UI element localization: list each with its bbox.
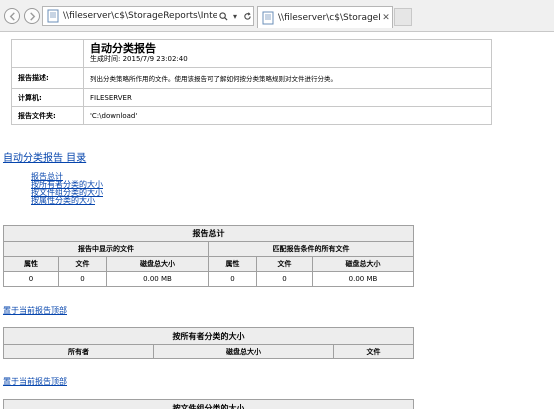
- toc-title-link[interactable]: 自动分类报告 目录: [3, 149, 86, 164]
- description-label: 报告描述:: [11, 67, 84, 89]
- new-tab-button[interactable]: [394, 8, 412, 26]
- refresh-icon[interactable]: [241, 10, 253, 22]
- table-cell: 0.00 MB: [106, 271, 209, 287]
- page-icon: [262, 11, 274, 24]
- forward-button[interactable]: [24, 8, 40, 24]
- back-to-top-link[interactable]: 置于当前报告顶部: [3, 305, 67, 316]
- back-to-top-link[interactable]: 置于当前报告顶部: [3, 376, 67, 387]
- by-owner-title: 按所有者分类的大小: [3, 327, 414, 345]
- toc-list: 报告总计 按所有者分类的大小 按文件组分类的大小 按属性分类的大小: [31, 173, 103, 205]
- arrow-right-icon: [29, 11, 35, 21]
- generated-time: 生成时间: 2015/7/9 23:02:40: [90, 55, 188, 63]
- summary-table: 报告总计 报告中显示的文件 匹配报告条件的所有文件 属性 文件 磁盘总大小 属性…: [3, 225, 414, 287]
- report-header-table: 自动分类报告 生成时间: 2015/7/9 23:02:40 报告描述: 列出分…: [11, 39, 492, 125]
- by-filegroup-table: 按文件组分类的大小: [3, 399, 414, 409]
- toc-item[interactable]: 按属性分类的大小: [31, 197, 103, 205]
- folder-value: 'C:\download': [83, 106, 492, 125]
- group-all-header: 匹配报告条件的所有文件: [208, 241, 414, 257]
- header-title-cell: 自动分类报告 生成时间: 2015/7/9 23:02:40: [83, 39, 492, 68]
- address-bar[interactable]: \\fileserver\c$\StorageReports\Interact …: [42, 6, 254, 26]
- table-cell: 0: [256, 271, 313, 287]
- table-cell: 0: [3, 271, 59, 287]
- table-row: 0 0 0.00 MB 0 0 0.00 MB: [3, 271, 414, 287]
- column-header: 文件: [333, 344, 414, 359]
- folder-label: 报告文件夹:: [11, 106, 84, 125]
- search-icon[interactable]: [217, 10, 229, 22]
- header-corner-cell: [11, 39, 84, 68]
- by-owner-table: 按所有者分类的大小 所有者 磁盘总大小 文件: [3, 327, 414, 359]
- column-header: 文件: [256, 256, 313, 272]
- browser-toolbar: \\fileserver\c$\StorageReports\Interact …: [0, 0, 554, 32]
- column-header: 文件: [58, 256, 107, 272]
- dropdown-chevron-icon[interactable]: ▾: [229, 10, 241, 22]
- description-value: 列出分类策略所作用的文件。使用该报告可了解如何按分类策略规则对文件进行分类。: [83, 67, 492, 89]
- tab-title: \\fileserver\c$\StorageR...: [278, 12, 380, 23]
- group-displayed-header: 报告中显示的文件: [3, 241, 209, 257]
- column-header: 磁盘总大小: [153, 344, 334, 359]
- table-cell: 0: [208, 271, 257, 287]
- column-header: 磁盘总大小: [106, 256, 209, 272]
- report-page: 自动分类报告 生成时间: 2015/7/9 23:02:40 报告描述: 列出分…: [0, 33, 554, 409]
- report-title: 自动分类报告: [90, 42, 156, 55]
- column-header: 属性: [3, 256, 59, 272]
- by-filegroup-title: 按文件组分类的大小: [3, 399, 414, 409]
- arrow-left-icon: [9, 11, 15, 21]
- close-tab-icon[interactable]: ✕: [380, 13, 392, 23]
- summary-title: 报告总计: [3, 225, 414, 242]
- table-cell: 0.00 MB: [312, 271, 414, 287]
- browser-tab[interactable]: \\fileserver\c$\StorageR... ✕: [257, 6, 393, 28]
- column-header: 属性: [208, 256, 257, 272]
- column-header: 所有者: [3, 344, 154, 359]
- computer-label: 计算机:: [11, 88, 84, 107]
- column-header: 磁盘总大小: [312, 256, 414, 272]
- back-button[interactable]: [4, 8, 20, 24]
- page-icon: [47, 9, 59, 23]
- address-url[interactable]: \\fileserver\c$\StorageReports\Interact: [63, 11, 217, 21]
- table-cell: 0: [58, 271, 107, 287]
- computer-value: FILESERVER: [83, 88, 492, 107]
